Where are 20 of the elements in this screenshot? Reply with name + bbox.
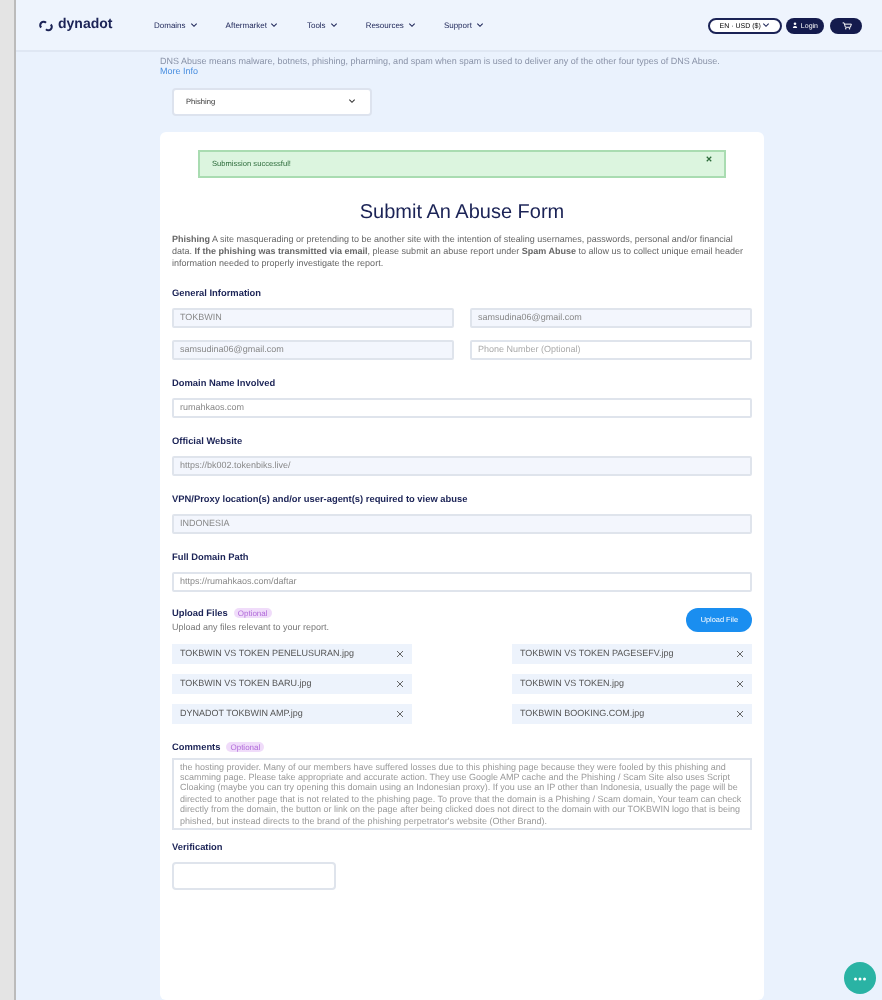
person-icon [792, 22, 799, 29]
remove-icon[interactable] [736, 649, 744, 658]
logo-icon[interactable] [38, 17, 54, 34]
chevron-down-icon [348, 98, 356, 105]
chevron-down-icon [329, 22, 338, 29]
cart-button[interactable] [830, 17, 862, 34]
chevron-down-icon [407, 22, 416, 29]
chevron-down-icon [762, 22, 771, 29]
cart-icon [841, 21, 851, 30]
chevron-down-icon [475, 22, 484, 29]
chevron-down-icon [270, 22, 279, 29]
remove-icon[interactable] [396, 649, 404, 658]
remove-icon[interactable] [396, 679, 404, 688]
remove-icon[interactable] [736, 679, 744, 688]
dots-icon [852, 975, 868, 981]
chevron-down-icon [189, 22, 198, 29]
form-title: Submit An Abuse Form [357, 201, 567, 224]
remove-icon[interactable] [736, 709, 744, 718]
remove-icon[interactable] [396, 709, 404, 718]
close-icon[interactable] [706, 155, 712, 162]
